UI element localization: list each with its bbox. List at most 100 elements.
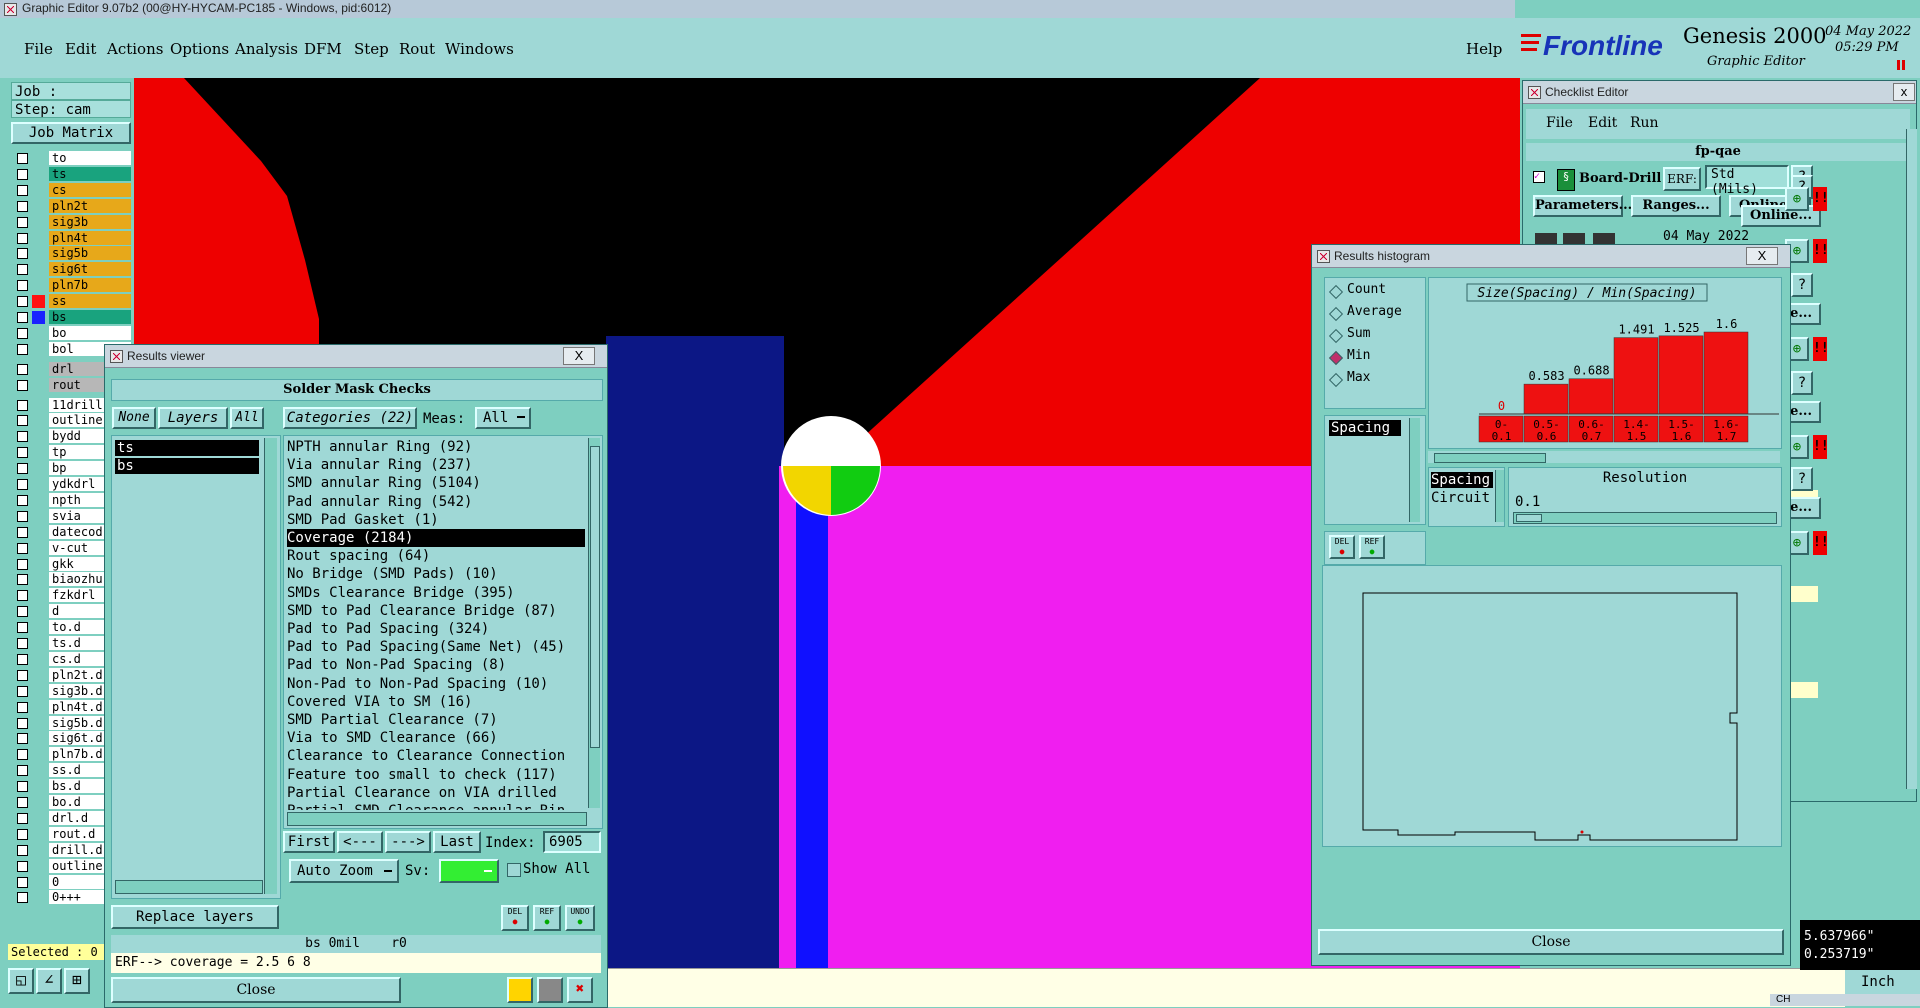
category-list-hscrollbar[interactable] — [287, 812, 587, 826]
zoom-result-icon[interactable]: ⊕ — [1785, 187, 1809, 211]
menu-actions[interactable]: Actions — [107, 40, 163, 58]
meas-dropdown[interactable]: All — [475, 407, 531, 429]
category-item[interactable]: NPTH annular Ring (92) — [287, 438, 585, 456]
layer-list-scrollbar[interactable] — [264, 438, 277, 894]
layer-checkbox[interactable] — [17, 558, 28, 570]
severity-color-dropdown[interactable] — [439, 859, 499, 883]
results-viewer-close-icon[interactable]: X — [563, 347, 595, 365]
index-field[interactable]: 6905 — [543, 831, 601, 853]
layer-checkbox[interactable] — [17, 717, 28, 729]
category-item[interactable]: Coverage (2184) — [287, 529, 585, 548]
layer-name[interactable]: bs — [49, 310, 131, 324]
layer-checkbox[interactable] — [17, 415, 28, 427]
layer-row[interactable]: sig6t — [11, 262, 132, 277]
layer-checkbox[interactable] — [17, 606, 28, 618]
layer-checkbox[interactable] — [17, 379, 28, 391]
res-item-spacing[interactable]: Spacing — [1431, 472, 1493, 488]
layer-checkbox[interactable] — [17, 296, 28, 308]
histogram-bar[interactable] — [1703, 331, 1749, 415]
category-item[interactable]: Via to SMD Clearance (66) — [287, 729, 585, 747]
tool-icon[interactable] — [507, 977, 533, 1003]
layer-checkbox[interactable] — [17, 168, 28, 180]
category-item[interactable]: SMD Partial Clearance (7) — [287, 711, 585, 729]
layer-checkbox[interactable] — [17, 828, 28, 840]
category-item[interactable]: SMD to Pad Clearance Bridge (87) — [287, 602, 585, 620]
layer-row[interactable]: pln4t — [11, 230, 132, 246]
menu-edit[interactable]: Edit — [65, 40, 96, 58]
layer-checkbox[interactable] — [17, 701, 28, 713]
layer-name[interactable]: ts — [49, 166, 131, 181]
category-item[interactable]: SMD annular Ring (5104) — [287, 474, 585, 492]
menu-options[interactable]: Options — [170, 40, 229, 58]
layer-checkbox[interactable] — [17, 765, 28, 777]
layer-checkbox[interactable] — [17, 526, 28, 538]
category-item[interactable]: Pad to Pad Spacing(Same Net) (45) — [287, 638, 585, 656]
layer-row[interactable]: bs — [11, 310, 132, 325]
histogram-bar[interactable] — [1658, 335, 1704, 415]
layer-row[interactable]: sig5b — [11, 246, 132, 261]
category-item[interactable]: No Bridge (SMD Pads) (10) — [287, 565, 585, 583]
layer-checkbox[interactable] — [17, 892, 28, 904]
layer-checkbox[interactable] — [17, 232, 28, 244]
layer-checkbox[interactable] — [17, 327, 28, 339]
layer-name[interactable]: bo — [49, 325, 131, 340]
layer-name[interactable]: cs — [49, 182, 131, 197]
layer-color-swatch[interactable] — [32, 311, 45, 324]
layer-checkbox[interactable] — [17, 447, 28, 459]
layer-row[interactable]: ts — [11, 166, 132, 182]
tool-icon[interactable] — [537, 977, 563, 1003]
viewer-undo-button[interactable]: UNDO ● — [565, 905, 595, 931]
menu-windows[interactable]: Windows — [445, 40, 514, 58]
menu-step[interactable]: Step — [354, 40, 389, 58]
replace-layers-button[interactable]: Replace layers — [111, 905, 279, 929]
layer-row[interactable]: bo — [11, 325, 132, 341]
field-item-spacing[interactable]: Spacing — [1329, 420, 1401, 436]
res-item-circuit[interactable]: Circuit — [1431, 490, 1490, 506]
layer-checkbox[interactable] — [17, 184, 28, 196]
category-item[interactable]: Covered VIA to SM (16) — [287, 693, 585, 711]
category-item[interactable]: SMD Pad Gasket (1) — [287, 511, 585, 529]
resolution-slider[interactable] — [1513, 512, 1777, 524]
layer-name[interactable]: ss — [49, 294, 131, 309]
layer-checkbox[interactable] — [17, 574, 28, 586]
online-button[interactable]: Online... — [1741, 205, 1821, 227]
category-item[interactable]: Feature too small to check (117) — [287, 766, 585, 784]
tool-icon[interactable]: ✖ — [567, 977, 593, 1003]
next-button[interactable]: ---> — [385, 831, 431, 853]
layer-name[interactable]: to — [49, 151, 131, 165]
layer-row[interactable]: cs — [11, 182, 132, 198]
layer-checkbox[interactable] — [17, 399, 28, 411]
layer-checkbox[interactable] — [17, 363, 28, 375]
layer-checkbox[interactable] — [17, 463, 28, 475]
layer-checkbox[interactable] — [17, 797, 28, 808]
layer-checkbox[interactable] — [17, 200, 28, 212]
category-item[interactable]: Pad to Non-Pad Spacing (8) — [287, 656, 585, 674]
category-item[interactable]: Via annular Ring (237) — [287, 456, 585, 474]
layer-row[interactable]: to — [11, 151, 132, 166]
show-all-checkbox[interactable] — [507, 863, 521, 877]
select-tool-icon[interactable]: ◱ — [8, 968, 34, 994]
layer-checkbox[interactable] — [17, 248, 28, 260]
layer-name[interactable]: sig3b — [49, 214, 131, 229]
layer-list-hscrollbar[interactable] — [115, 880, 263, 894]
histogram-close-button[interactable]: Close — [1318, 929, 1784, 955]
category-item[interactable]: Partial SMD Clearance annular Rin — [287, 802, 585, 810]
menu-dfm[interactable]: DFM — [304, 40, 342, 58]
last-button[interactable]: Last — [433, 831, 481, 853]
category-item[interactable]: Rout spacing (64) — [287, 547, 585, 565]
auto-zoom-dropdown[interactable]: Auto Zoom — [289, 859, 399, 883]
layer-checkbox[interactable] — [17, 685, 28, 697]
menu-analysis[interactable]: Analysis — [235, 40, 298, 58]
layers-button[interactable]: Layers — [158, 407, 228, 429]
help-button[interactable]: ? — [1791, 467, 1813, 491]
measure-tool-icon[interactable]: ∠ — [36, 968, 62, 994]
field-list-scrollbar[interactable] — [1409, 418, 1420, 522]
layer-color-swatch[interactable] — [32, 295, 45, 309]
layer-checkbox[interactable] — [17, 542, 28, 554]
histogram-bar[interactable] — [1523, 383, 1569, 415]
layer-row[interactable]: pln2t — [11, 198, 132, 214]
layer-name[interactable]: sig6t — [49, 262, 131, 277]
layer-row[interactable]: pln7b — [11, 278, 132, 293]
layer-checkbox[interactable] — [17, 264, 28, 276]
layer-checkbox[interactable] — [17, 216, 28, 228]
